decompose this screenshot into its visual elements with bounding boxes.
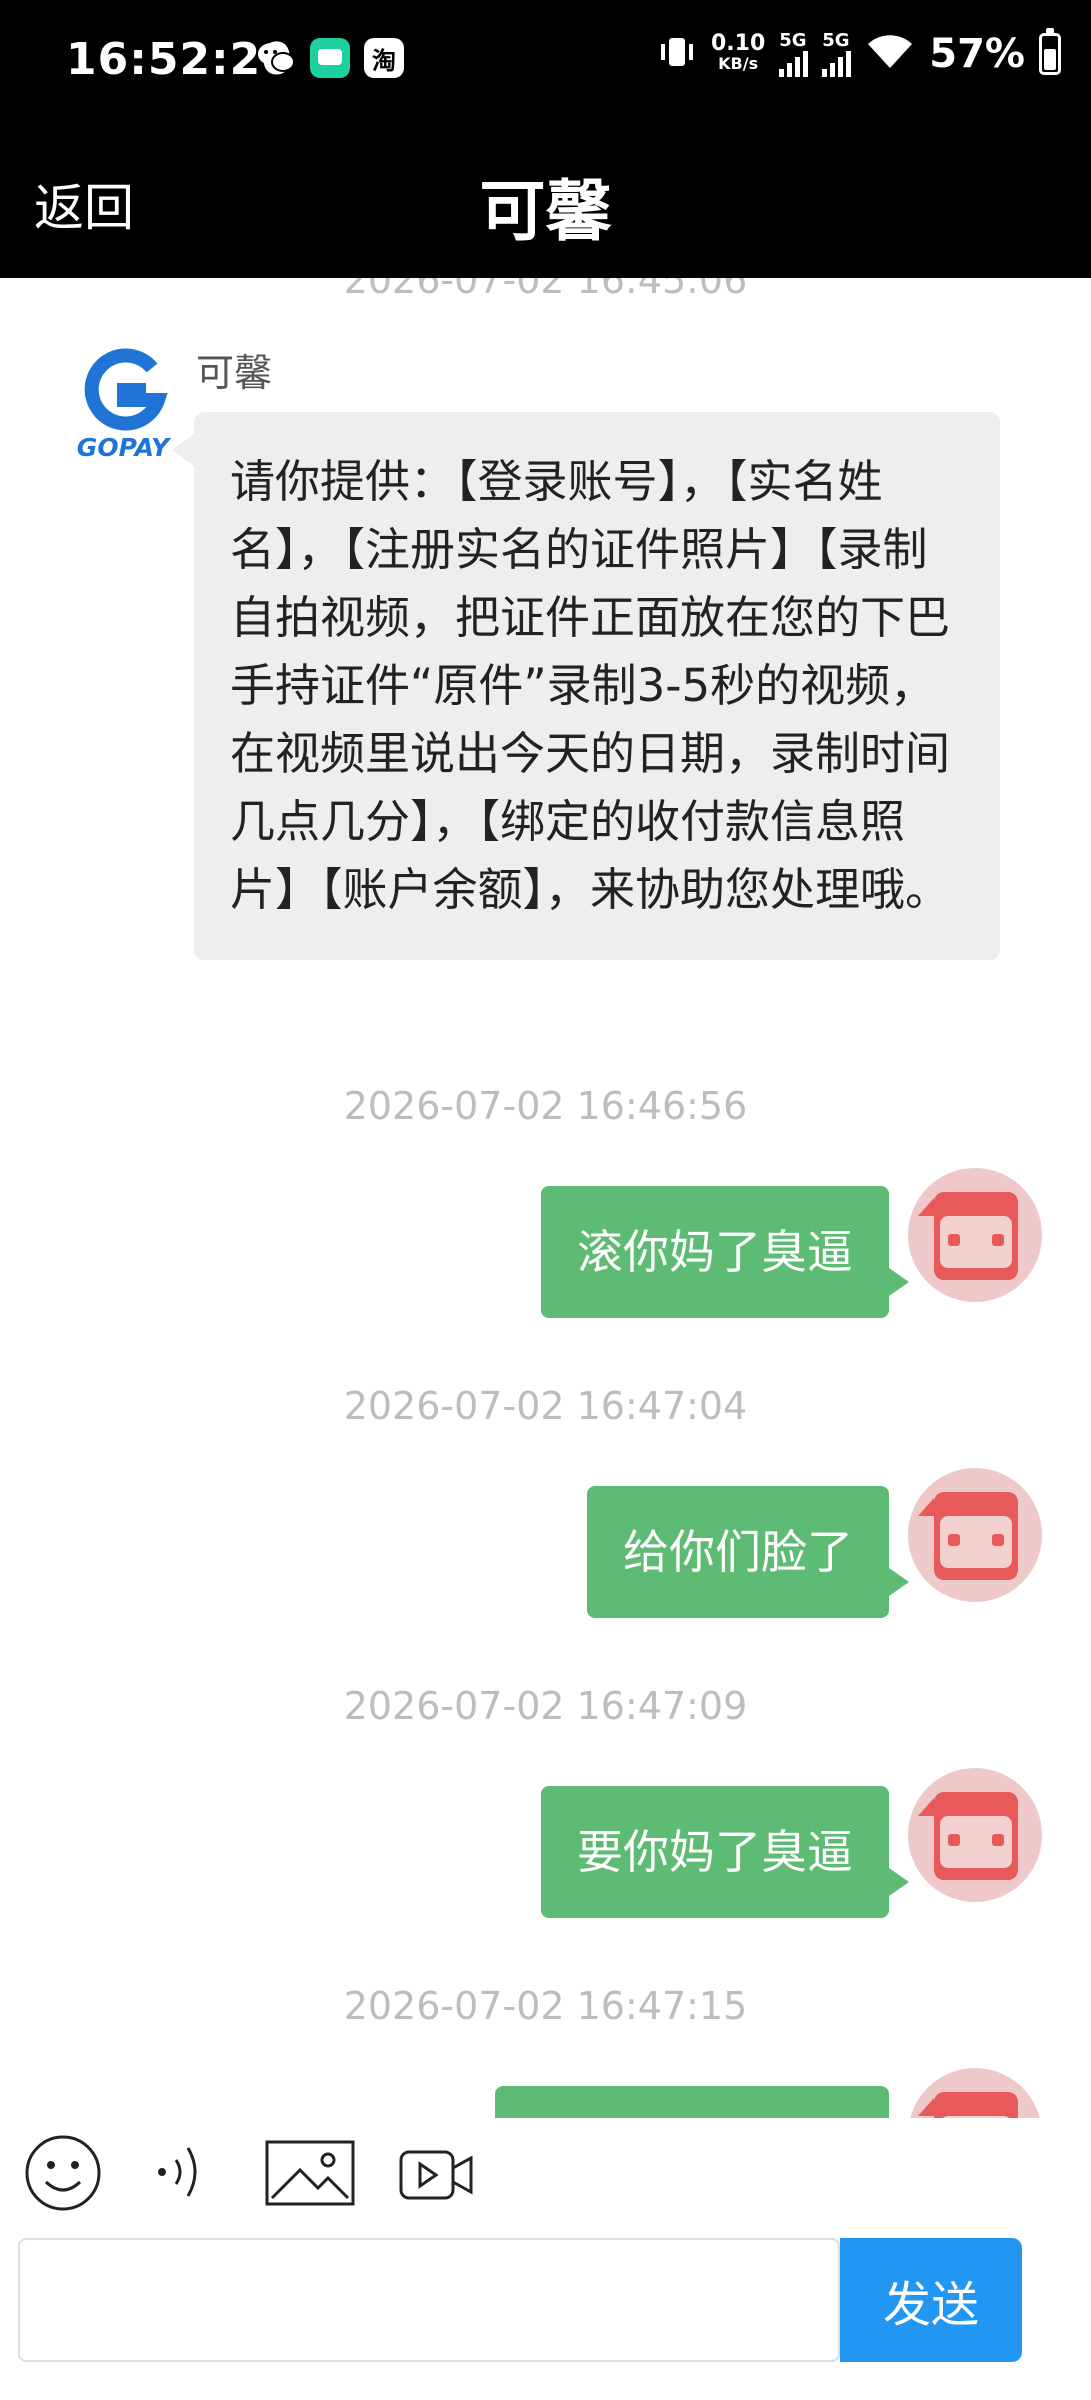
user-avatar[interactable] <box>908 1468 1042 1602</box>
sim2-signal: 5G <box>822 30 852 77</box>
agent-name: 可馨 <box>196 351 273 395</box>
cartoon-face-icon <box>918 2092 1018 2118</box>
svg-text:GOPAY: GOPAY <box>77 433 172 462</box>
sim2-label: 5G <box>822 30 850 51</box>
outgoing-message[interactable]: 要你妈了臭逼 <box>541 1786 909 1918</box>
chat-header: 返回 可馨 <box>0 120 1091 278</box>
vibrate-icon <box>657 32 697 76</box>
voice-icon[interactable] <box>148 2132 218 2218</box>
message-timestamp: 2026-07-02 16:46:56 <box>343 1084 748 1128</box>
outgoing-message[interactable]: 给你们脸了 <box>587 1486 909 1618</box>
battery-percent: 57% <box>929 30 1025 77</box>
gopay-logo-icon: GOPAY <box>77 348 172 462</box>
user-avatar[interactable] <box>908 2068 1042 2118</box>
message-app-icon <box>310 38 350 78</box>
cartoon-face-icon <box>918 1792 1018 1880</box>
net-speed-unit: KB/s <box>718 53 759 73</box>
cartoon-face-icon <box>918 1192 1018 1280</box>
battery-icon <box>1039 27 1061 75</box>
net-speed: 0.10 KB/s <box>710 30 766 74</box>
message-timestamp: 2026-07-02 16:47:15 <box>343 1984 748 2028</box>
message-timestamp: 2026-07-02 16:47:09 <box>343 1684 748 1728</box>
composer: 发送 <box>0 2238 1091 2378</box>
input-toolbar <box>0 2118 1091 2238</box>
net-speed-value: 0.10 <box>710 30 766 56</box>
outgoing-message[interactable]: 滚你妈了臭逼 <box>541 1186 909 1318</box>
send-button[interactable]: 发送 <box>840 2238 1022 2362</box>
page-title: 可馨 <box>479 173 612 250</box>
cartoon-face-icon <box>918 1492 1018 1580</box>
message-input[interactable] <box>18 2238 840 2362</box>
message-timestamp: 2026-07-02 16:45:06 <box>343 278 748 302</box>
status-app-icons: 淘 <box>256 38 404 78</box>
message-timestamp: 2026-07-02 16:47:04 <box>343 1384 748 1428</box>
message-list[interactable]: 2026-07-02 16:45:06 GOPAY 可馨 请你提供：【登录账号】… <box>0 278 1091 2118</box>
incoming-message[interactable]: 请你提供：【登录账号】，【实名姓名】，【注册实名的证件照片】【录制自拍视频，把证… <box>172 412 1000 960</box>
wifi-icon <box>865 32 915 76</box>
signal-bars-icon <box>822 51 852 77</box>
emoji-icon[interactable] <box>22 2132 104 2218</box>
sim1-label: 5G <box>779 30 807 51</box>
wechat-icon <box>256 38 296 78</box>
taobao-icon: 淘 <box>364 38 404 78</box>
sim1-signal: 5G <box>779 30 809 77</box>
video-icon[interactable] <box>398 2132 474 2218</box>
outgoing-message[interactable] <box>495 2086 889 2118</box>
status-right: 0.10 KB/s 5G 5G 57% <box>657 27 1061 77</box>
user-avatar[interactable] <box>908 1768 1042 1902</box>
image-icon[interactable] <box>264 2132 356 2218</box>
agent-avatar[interactable]: GOPAY <box>70 344 176 464</box>
signal-bars-icon <box>779 51 809 77</box>
user-avatar[interactable] <box>908 1168 1042 1302</box>
status-bar: 16:52:20 淘 0.10 KB/s 5G 5G 57% <box>0 0 1091 120</box>
